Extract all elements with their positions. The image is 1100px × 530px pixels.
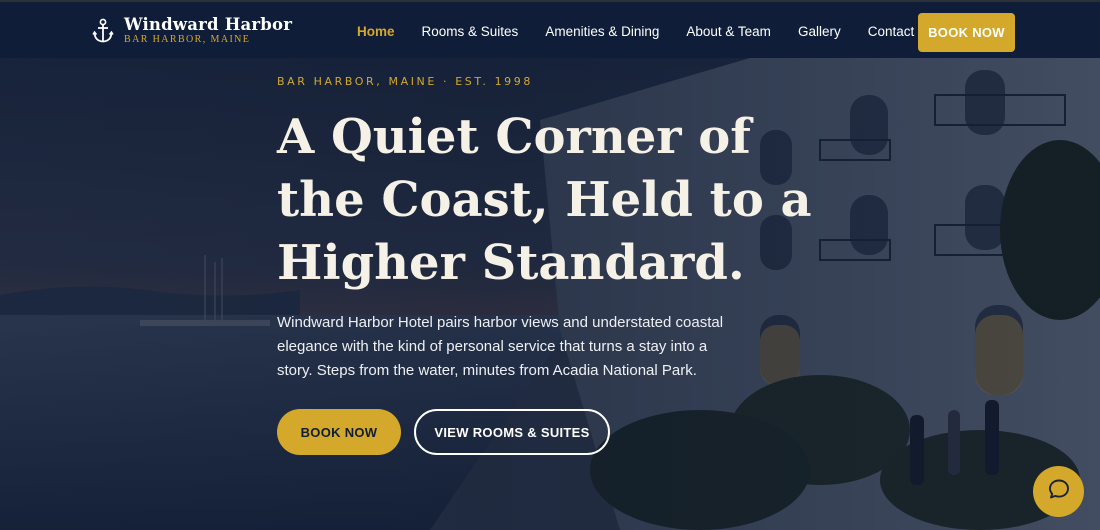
description-line: Windward Harbor Hotel pairs harbor views… [277, 314, 724, 331]
hero-book-now-button[interactable]: BOOK NOW [277, 409, 401, 455]
nav-item-home[interactable]: Home [357, 24, 395, 39]
hero-eyebrow: BAR HARBOR, MAINE · EST. 1998 [277, 75, 533, 88]
headline-line: A Quiet Corner of [277, 109, 751, 165]
top-navigation-bar: Windward Harbor BAR HARBOR, MAINE Home R… [0, 0, 1100, 58]
hero-description: Windward Harbor Hotel pairs harbor views… [277, 311, 737, 383]
main-nav: Home Rooms & Suites Amenities & Dining A… [357, 24, 941, 39]
nav-item-gallery[interactable]: Gallery [798, 24, 841, 39]
nav-book-now-button[interactable]: BOOK NOW [918, 13, 1015, 52]
brand-tagline: BAR HARBOR, MAINE [124, 34, 251, 45]
description-line: story. Steps from the water, minutes fro… [277, 362, 697, 379]
view-rooms-suites-button[interactable]: VIEW ROOMS & SUITES [414, 409, 610, 455]
headline-line: Higher Standard. [277, 235, 745, 291]
chat-button[interactable] [1033, 466, 1084, 517]
brand-logo[interactable]: Windward Harbor BAR HARBOR, MAINE [92, 16, 292, 45]
chat-bubble-icon [1047, 477, 1071, 506]
headline-line: the Coast, Held to a [277, 172, 812, 228]
hero-headline: A Quiet Corner of the Coast, Held to a H… [277, 106, 837, 295]
nav-item-about-team[interactable]: About & Team [686, 24, 771, 39]
description-line: elegance with the kind of personal servi… [277, 338, 708, 355]
nav-item-amenities-dining[interactable]: Amenities & Dining [545, 24, 659, 39]
anchor-icon [92, 18, 114, 44]
brand-name: Windward Harbor [124, 15, 293, 34]
nav-item-rooms-suites[interactable]: Rooms & Suites [422, 24, 519, 39]
nav-item-contact[interactable]: Contact [868, 24, 915, 39]
